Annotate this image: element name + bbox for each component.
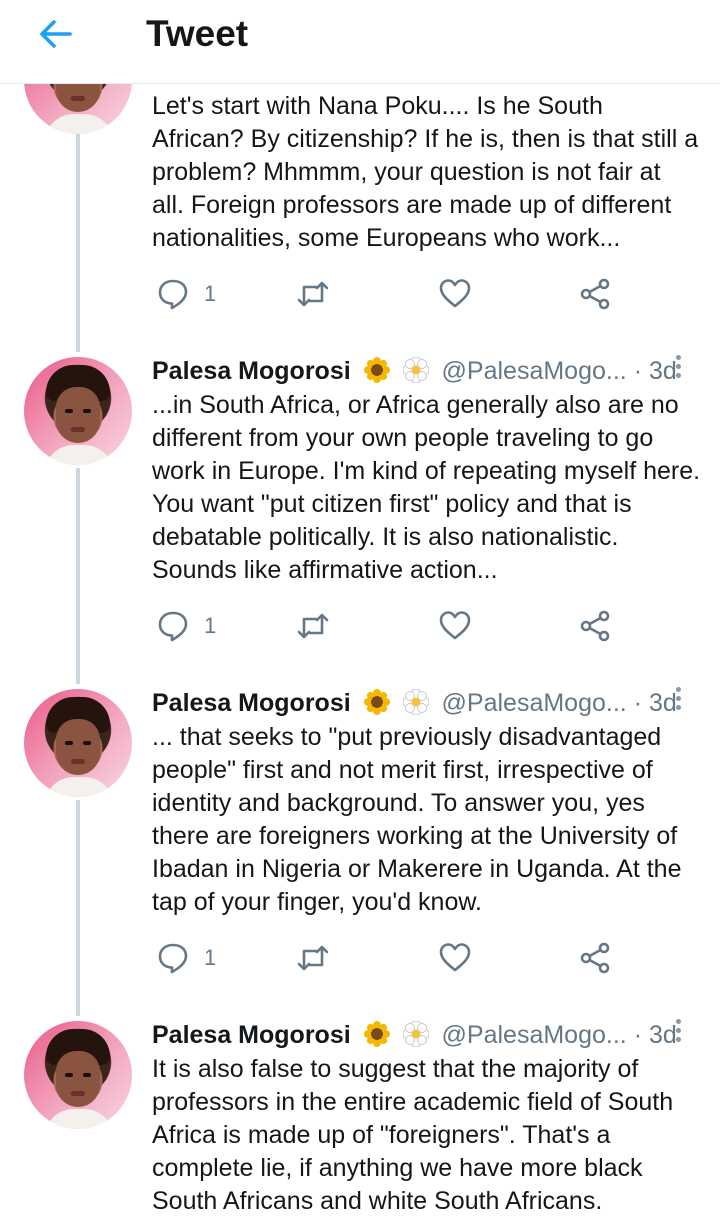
like-button[interactable] (438, 274, 472, 314)
tweet-header: Palesa Mogorosi @PalesaMogo... · 3d (152, 687, 677, 719)
like-button[interactable] (438, 606, 472, 646)
retweet-icon (297, 945, 329, 971)
blossom-icon (402, 689, 429, 716)
sunflower-icon (363, 689, 390, 716)
reply-button[interactable]: 1 (156, 938, 216, 978)
reply-icon (158, 943, 188, 974)
tweet-text: ...in South Africa, or Africa generally … (152, 391, 701, 584)
retweet-button[interactable] (296, 606, 330, 646)
tweet-text: ... that seeks to "put previously disadv… (152, 723, 682, 916)
share-icon (580, 278, 610, 310)
share-button[interactable] (578, 274, 612, 314)
separator-dot: · (633, 689, 643, 717)
retweet-button[interactable] (296, 938, 330, 978)
thread-line (76, 800, 80, 1016)
avatar[interactable] (24, 689, 132, 797)
top-bar: Tweet (0, 0, 720, 84)
more-vertical-icon (675, 355, 681, 360)
heart-icon (439, 279, 471, 308)
thread-line (76, 468, 80, 684)
reply-count: 1 (204, 613, 217, 638)
avatar[interactable] (24, 357, 132, 465)
user-handle[interactable]: @PalesaMogo... (442, 689, 627, 717)
blossom-icon (402, 357, 429, 384)
display-name[interactable]: Palesa Mogorosi (152, 357, 351, 385)
tweet-header: Palesa Mogorosi @PalesaMogo... · 3d (152, 1019, 677, 1051)
avatar[interactable] (24, 1021, 132, 1129)
tweet-text: It is also false to suggest that the maj… (152, 1055, 674, 1215)
reply-count: 1 (204, 281, 217, 306)
share-icon (580, 942, 610, 974)
share-button[interactable] (578, 938, 612, 978)
tweet-actions: 1 (152, 274, 632, 314)
tweet-actions: 1 (152, 606, 632, 646)
user-handle[interactable]: @PalesaMogo... (442, 357, 627, 385)
tweet-header: Palesa Mogorosi @PalesaMogo... · 3d (152, 355, 677, 387)
separator-dot: · (633, 357, 643, 385)
display-name[interactable]: Palesa Mogorosi (152, 689, 351, 717)
separator-dot: · (633, 1021, 643, 1049)
heart-icon (439, 611, 471, 640)
reply-button[interactable]: 1 (156, 274, 216, 314)
heart-icon (439, 943, 471, 972)
retweet-button[interactable] (296, 274, 330, 314)
back-arrow-icon[interactable] (36, 14, 76, 54)
more-vertical-icon (675, 1019, 681, 1024)
reply-icon (158, 611, 188, 642)
tweet-text: Let's start with Nana Poku.... Is he Sou… (152, 92, 699, 252)
retweet-icon (297, 281, 329, 307)
thread-line (76, 134, 80, 352)
blossom-icon (402, 1021, 429, 1048)
display-name[interactable]: Palesa Mogorosi (152, 1021, 351, 1049)
sunflower-icon (363, 357, 390, 384)
more-options-button[interactable] (672, 355, 684, 381)
tweet-actions: 1 (152, 938, 632, 978)
like-button[interactable] (438, 938, 472, 978)
page-title: Tweet (146, 13, 249, 54)
reply-count: 1 (204, 945, 217, 970)
more-vertical-icon (675, 687, 681, 692)
reply-icon (158, 279, 188, 310)
share-icon (580, 610, 610, 642)
retweet-icon (297, 613, 329, 639)
more-options-button[interactable] (672, 1019, 684, 1045)
more-options-button[interactable] (672, 687, 684, 713)
user-handle[interactable]: @PalesaMogo... (442, 1021, 627, 1049)
sunflower-icon (363, 1021, 390, 1048)
share-button[interactable] (578, 606, 612, 646)
reply-button[interactable]: 1 (156, 606, 216, 646)
